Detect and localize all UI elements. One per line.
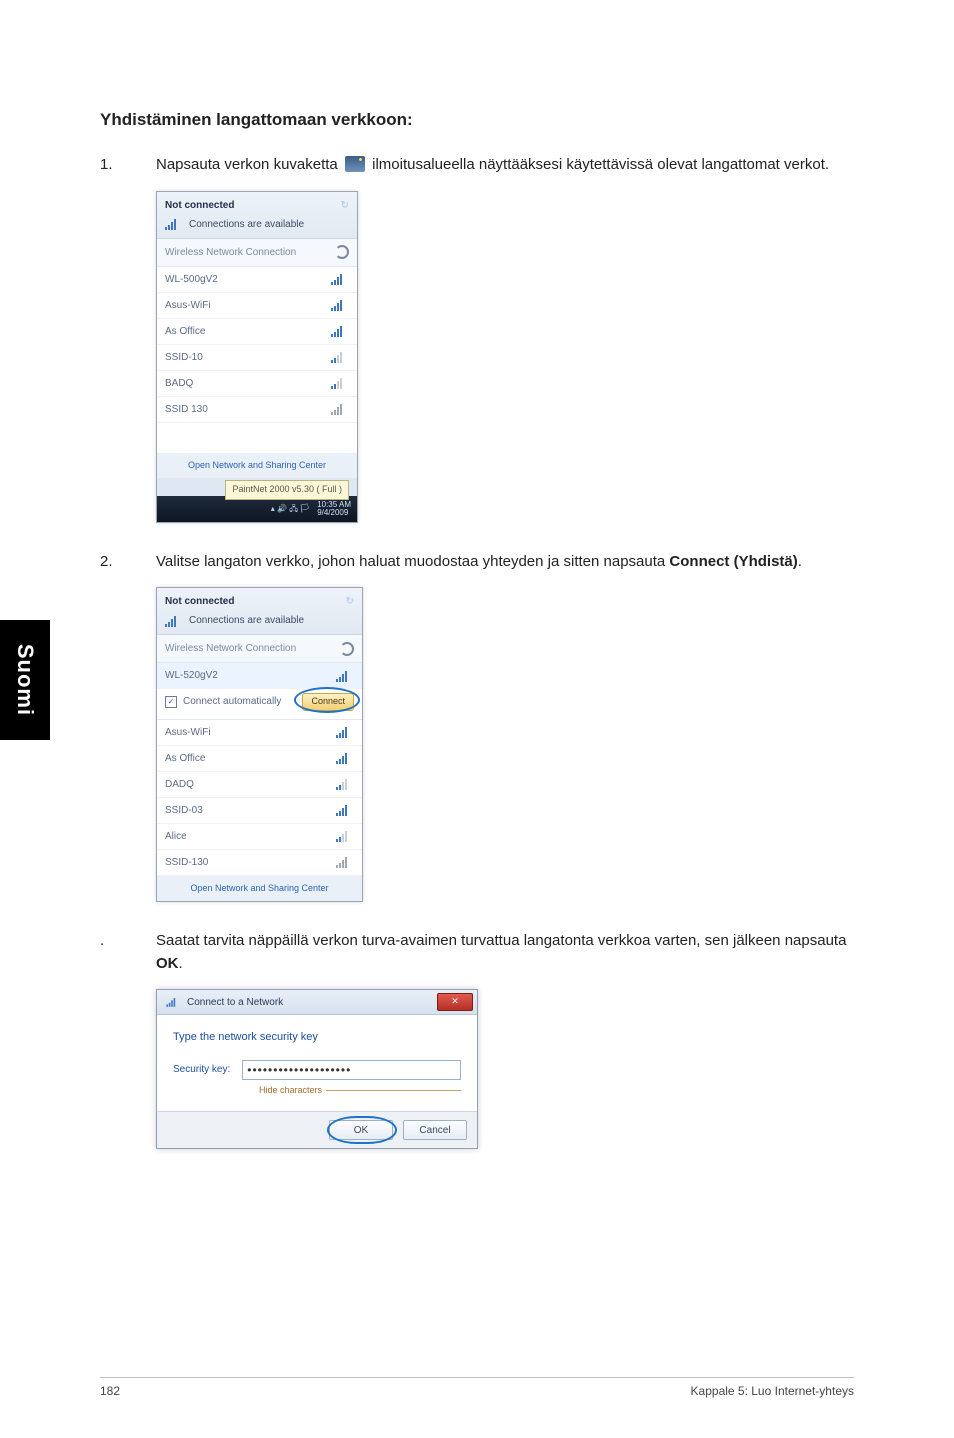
step-3-number: . xyxy=(100,930,126,1149)
refresh-icon xyxy=(340,642,354,656)
signal-bars-icon xyxy=(165,218,179,230)
step-2-number: 2. xyxy=(100,551,126,903)
dialog-wifi-icon xyxy=(166,997,177,1007)
screenshot-security-key-dialog: Connect to a Network ✕ Type the network … xyxy=(156,989,478,1149)
shot2-net-4[interactable]: Alice xyxy=(165,829,187,844)
highlight-ring-icon xyxy=(327,1116,397,1144)
signal-bars-icon xyxy=(331,403,345,415)
signal-bars-icon xyxy=(336,830,350,842)
step-3-bold: OK xyxy=(156,955,179,972)
step-3-text-b: . xyxy=(179,955,183,972)
divider xyxy=(326,1090,461,1091)
shot1-net-2[interactable]: As Office xyxy=(165,324,205,339)
shot1-not-connected: Not connected xyxy=(165,198,234,213)
step-2-bold: Connect (Yhdistä) xyxy=(669,553,797,570)
connect-automatically-checkbox[interactable]: ✓ xyxy=(165,696,177,708)
step-1-text-b: ilmoitusalueella näyttääksesi käytettävi… xyxy=(372,156,829,173)
hide-characters-label[interactable]: Hide characters xyxy=(259,1084,322,1098)
language-side-tab: Suomi xyxy=(0,620,50,740)
shot2-net-3[interactable]: SSID-03 xyxy=(165,803,203,818)
step-1-text-a: Napsauta verkon kuvaketta xyxy=(156,156,342,173)
screenshot-network-connect: Not connected ↻ Connections are availabl… xyxy=(156,587,363,902)
section-title: Yhdistäminen langattomaan verkkoon: xyxy=(100,110,854,130)
signal-bars-icon xyxy=(331,273,345,285)
language-side-tab-label: Suomi xyxy=(12,644,38,716)
shot2-section-label: Wireless Network Connection xyxy=(165,641,296,656)
network-tray-icon xyxy=(345,156,365,172)
shot1-net-1[interactable]: Asus-WiFi xyxy=(165,298,211,313)
shot2-connections-available: Connections are available xyxy=(189,613,304,628)
step-3-text-a: Saatat tarvita näppäillä verkon turva-av… xyxy=(156,932,846,949)
shot1-net-5[interactable]: SSID 130 xyxy=(165,402,208,417)
shot1-open-network-center[interactable]: Open Network and Sharing Center xyxy=(157,453,357,479)
shot1-connections-available: Connections are available xyxy=(189,217,304,232)
refresh-glyph: ↻ xyxy=(346,594,354,609)
shot1-net-0[interactable]: WL-500gV2 xyxy=(165,272,218,287)
shot1-net-4[interactable]: BADQ xyxy=(165,376,193,391)
security-key-label: Security key: xyxy=(173,1062,230,1077)
signal-bars-icon xyxy=(336,670,350,682)
signal-bars-icon xyxy=(331,377,345,389)
shot2-net-5[interactable]: SSID-130 xyxy=(165,855,208,870)
connect-automatically-label: Connect automatically xyxy=(183,694,281,709)
shot1-section-label: Wireless Network Connection xyxy=(165,245,296,260)
signal-bars-icon xyxy=(331,299,345,311)
signal-bars-icon xyxy=(331,351,345,363)
chapter-label: Kappale 5: Luo Internet-yhteys xyxy=(691,1384,854,1398)
step-2-text-a: Valitse langaton verkko, johon haluat mu… xyxy=(156,553,669,570)
shot2-open-network-center[interactable]: Open Network and Sharing Center xyxy=(157,876,362,902)
signal-bars-icon xyxy=(336,804,350,816)
signal-bars-icon xyxy=(336,726,350,738)
shot2-net-2[interactable]: DADQ xyxy=(165,777,194,792)
shot2-selected-net[interactable]: WL-520gV2 xyxy=(165,668,218,683)
shot1-tooltip: PaintNet 2000 v5.30 ( Full ) xyxy=(225,480,349,500)
refresh-glyph: ↻ xyxy=(341,198,349,213)
tray-icon: ▴ 🔊 🖧 🏳 xyxy=(271,503,309,515)
signal-bars-icon xyxy=(336,778,350,790)
step-1-number: 1. xyxy=(100,154,126,523)
screenshot-network-list: Not connected ↻ Connections are availabl… xyxy=(156,191,358,523)
page-number: 182 xyxy=(100,1384,120,1398)
dialog-prompt: Type the network security key xyxy=(173,1029,461,1046)
close-button[interactable]: ✕ xyxy=(437,993,473,1011)
cancel-button[interactable]: Cancel xyxy=(403,1120,467,1140)
shot2-net-1[interactable]: As Office xyxy=(165,751,205,766)
shot2-not-connected: Not connected xyxy=(165,594,234,609)
signal-bars-icon xyxy=(336,752,350,764)
dialog-title: Connect to a Network xyxy=(187,995,283,1010)
shot2-net-0[interactable]: Asus-WiFi xyxy=(165,725,211,740)
signal-bars-icon xyxy=(165,615,179,627)
highlight-ring-icon xyxy=(294,687,360,713)
signal-bars-icon xyxy=(336,856,350,868)
signal-bars-icon xyxy=(331,325,345,337)
step-2-text-b: . xyxy=(798,553,802,570)
taskbar-date: 9/4/2009 xyxy=(317,508,348,517)
shot1-net-3[interactable]: SSID-10 xyxy=(165,350,203,365)
refresh-icon xyxy=(335,245,349,259)
security-key-input[interactable] xyxy=(242,1060,461,1080)
